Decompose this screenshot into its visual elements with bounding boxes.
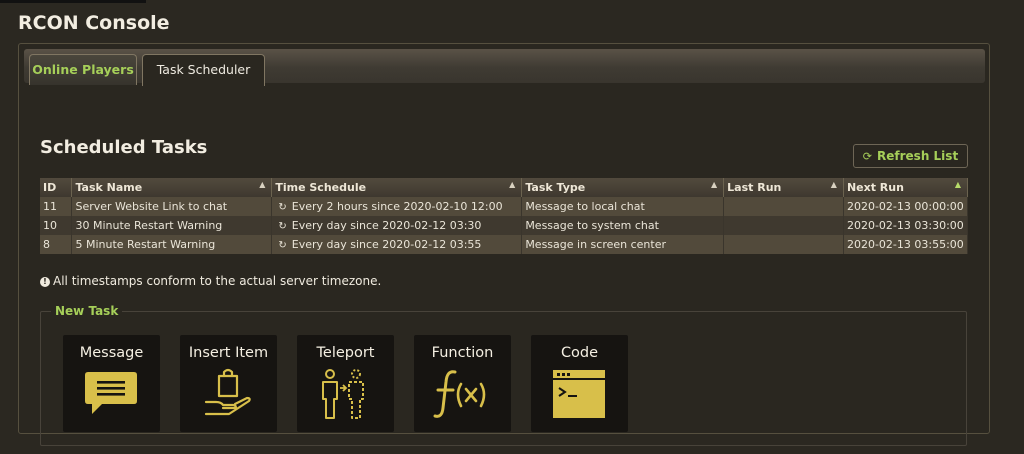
table-row[interactable]: 10 30 Minute Restart Warning ↻ Every day …	[40, 216, 969, 235]
column-header-time-schedule[interactable]: Time Schedule ▲	[271, 178, 523, 197]
refresh-label: Refresh List	[877, 149, 959, 163]
column-header-task-name[interactable]: Task Name ▲	[71, 178, 273, 197]
cell-task-name: 30 Minute Restart Warning	[71, 216, 273, 235]
cell-id: 8	[40, 235, 73, 254]
sort-icon: ▲	[259, 180, 266, 189]
teleport-icon	[322, 369, 364, 419]
cell-last-run	[723, 216, 844, 235]
new-task-group: New Task Message Insert Item Teleport Fu…	[40, 304, 967, 446]
tab-online-players[interactable]: Online Players	[29, 54, 137, 85]
column-header-id[interactable]: ID	[40, 178, 73, 197]
new-task-code-button[interactable]: Code	[531, 335, 628, 432]
table-header-row: ID Task Name ▲ Time Schedule ▲ Task Type ▲ …	[40, 178, 969, 197]
recurring-icon: ↻	[278, 221, 287, 232]
top-strip	[0, 0, 146, 3]
insert-item-icon	[204, 368, 251, 416]
sort-icon: ▲	[509, 180, 516, 189]
timezone-note: ! All timestamps conform to the actual se…	[40, 274, 381, 288]
cell-id: 11	[40, 197, 73, 216]
cell-time-schedule: ↻ Every 2 hours since 2020-02-10 12:00	[271, 197, 523, 216]
tile-label: Insert Item	[188, 345, 269, 361]
app-title: RCON Console	[18, 12, 170, 34]
new-task-insert-item-button[interactable]: Insert Item	[180, 335, 277, 432]
tile-label: Function	[431, 345, 494, 361]
code-icon	[553, 370, 605, 418]
function-icon	[433, 370, 486, 418]
console-frame: Online Players Task Scheduler Scheduled …	[18, 43, 990, 446]
new-task-legend: New Task	[51, 304, 123, 318]
sort-icon: ▲	[830, 180, 837, 189]
recurring-icon: ↻	[278, 240, 287, 251]
timezone-note-text: All timestamps conform to the actual ser…	[53, 274, 382, 288]
sort-active-icon: ▲	[954, 180, 961, 189]
cell-last-run	[723, 235, 844, 254]
cell-id: 10	[40, 216, 73, 235]
refresh-list-button[interactable]: ⟳ Refresh List	[853, 144, 968, 168]
tab-task-scheduler[interactable]: Task Scheduler	[142, 54, 265, 86]
new-task-message-button[interactable]: Message	[63, 335, 160, 432]
cell-task-type: Message in screen center	[521, 235, 725, 254]
cell-next-run: 2020-02-13 03:30:00	[843, 216, 969, 235]
sort-icon: ▲	[711, 180, 718, 189]
tile-label: Message	[79, 345, 144, 361]
section-title: Scheduled Tasks	[40, 137, 208, 158]
table-row[interactable]: 11 Server Website Link to chat ↻ Every 2 …	[40, 197, 969, 216]
table-row[interactable]: 8 5 Minute Restart Warning ↻ Every day si…	[40, 235, 969, 254]
new-task-function-button[interactable]: Function	[414, 335, 511, 432]
cell-time-schedule: ↻ Every day since 2020-02-12 03:30	[271, 216, 523, 235]
cell-last-run	[723, 197, 844, 216]
tile-label: Code	[560, 345, 599, 361]
cell-task-name: 5 Minute Restart Warning	[71, 235, 273, 254]
column-header-last-run[interactable]: Last Run ▲	[723, 178, 844, 197]
cell-time-schedule: ↻ Every day since 2020-02-12 03:55	[271, 235, 523, 254]
cell-task-type: Message to local chat	[521, 197, 725, 216]
recurring-icon: ↻	[278, 202, 287, 213]
column-header-task-type[interactable]: Task Type ▲	[521, 178, 725, 197]
info-icon: !	[40, 277, 50, 287]
tile-label: Teleport	[316, 345, 375, 361]
scheduled-tasks-table: ID Task Name ▲ Time Schedule ▲ Task Type ▲ …	[40, 178, 969, 254]
cell-task-type: Message to system chat	[521, 216, 725, 235]
tab-bar: Online Players Task Scheduler	[24, 49, 985, 86]
cell-next-run: 2020-02-13 00:00:00	[843, 197, 969, 216]
cell-next-run: 2020-02-13 03:55:00	[843, 235, 969, 254]
cell-task-name: Server Website Link to chat	[71, 197, 273, 216]
refresh-icon: ⟳	[862, 150, 873, 163]
column-header-next-run[interactable]: Next Run ▲	[843, 178, 969, 197]
new-task-teleport-button[interactable]: Teleport	[297, 335, 394, 432]
message-icon	[85, 372, 137, 414]
